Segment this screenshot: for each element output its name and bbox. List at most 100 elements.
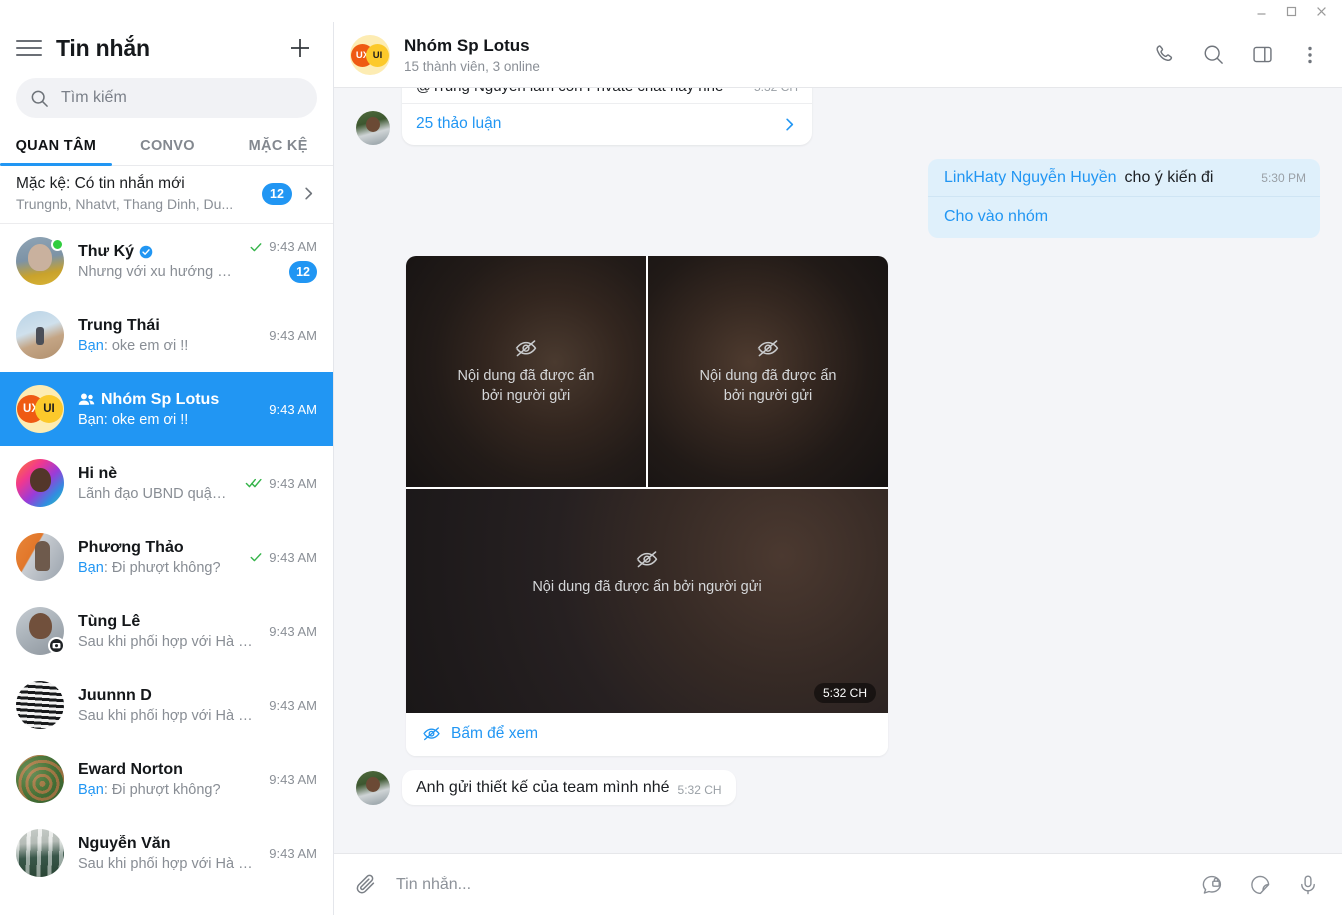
conversation-snippet: Bạn: Đi phượt không? xyxy=(78,560,235,576)
hidden-media-tile[interactable]: Nội dung đã được ẩn bởi người gửi 5:32 C… xyxy=(406,489,888,713)
maximize-button[interactable] xyxy=(1276,1,1306,21)
conversation-time: 9:43 AM xyxy=(269,549,317,565)
snippet-text: : Đi phượt không? xyxy=(103,559,221,576)
minimize-button[interactable] xyxy=(1246,1,1276,21)
conversation-time: 9:43 AM xyxy=(269,327,317,343)
phone-icon[interactable] xyxy=(1153,43,1176,66)
online-indicator xyxy=(51,238,64,251)
snippet-text: : Đi phượt không? xyxy=(103,781,221,798)
page-title: Tin nhắn xyxy=(56,34,150,61)
avatar-badge-ui: UI xyxy=(366,43,389,67)
conversation-time: 9:43 AM xyxy=(269,239,317,254)
incoming-message-bubble[interactable]: Anh gửi thiết kế của team mình nhé 5:32 … xyxy=(402,770,736,805)
conversation-row-trung-thai[interactable]: Trung Thái Bạn: oke em ơi !! 9:43 AM xyxy=(0,298,333,372)
message-timestamp: 5:30 PM xyxy=(1261,171,1306,185)
hidden-media-tile[interactable]: Nội dung đã được ẩn bởi người gửi xyxy=(648,256,888,487)
conversation-time: 9:43 AM xyxy=(269,401,317,417)
avatar xyxy=(16,311,64,359)
muted-summary-row[interactable]: Mặc kệ: Có tin nhắn mới Trungnb, Nhatvt,… xyxy=(0,166,333,224)
tap-to-view-label[interactable]: Bấm để xem xyxy=(451,725,538,743)
avatar xyxy=(16,533,64,581)
thread-link-row[interactable]: 25 thảo luận xyxy=(402,104,812,145)
conversation-row-nhom-sp-lotus[interactable]: UX UI Nhóm Sp Lotus Bạn: oke em ơi !! 9:… xyxy=(0,372,333,446)
chevron-right-icon[interactable] xyxy=(300,185,317,202)
tap-to-view-row[interactable]: Bấm để xem xyxy=(406,713,888,756)
conversation-name: Thư Ký xyxy=(78,242,135,260)
conversation-row-tung-le[interactable]: Tùng Lê Sau khi phối hợp với Hà Đô... 9:… xyxy=(0,594,333,668)
conversation-row-juunnn-d[interactable]: Juunnn D Sau khi phối hợp với Hà Đô... 9… xyxy=(0,668,333,742)
conversation-snippet: Sau khi phối hợp với Hà Đô... xyxy=(78,633,256,650)
conversation-snippet: Bạn: oke em ơi !! xyxy=(78,338,255,354)
mention-link[interactable]: LinkHaty Nguyễn Huyền xyxy=(944,169,1117,187)
tab-convo[interactable]: CONVO xyxy=(112,128,224,165)
messenger-window: Tin nhắn QUAN TÂM CONVO MẶC KỆ xyxy=(0,0,1342,915)
composer-actions xyxy=(1200,873,1320,897)
conversation-row-phuong-thao[interactable]: Phương Thảo Bạn: Đi phượt không? 9:43 AM xyxy=(0,520,333,594)
chat-panel: UX UI Nhóm Sp Lotus 15 thành viên, 3 onl… xyxy=(334,22,1342,915)
conversation-row-nguyen-van[interactable]: Nguyễn Văn Sau khi phối hợp với Hà Đô...… xyxy=(0,816,333,890)
chat-avatar[interactable]: UX UI xyxy=(350,34,390,75)
conversation-row-eward-norton[interactable]: Eward Norton Bạn: Đi phượt không? 9:43 A… xyxy=(0,742,333,816)
incoming-message-row: Anh gửi thiết kế của team mình nhé 5:32 … xyxy=(356,770,1320,805)
conversation-row-thu-ky[interactable]: Thư Ký Nhưng với xu hướng hiện n... xyxy=(0,224,333,298)
tab-mac-ke[interactable]: MẶC KỆ xyxy=(223,128,333,165)
thread-card[interactable]: @Trung Nguyen làm con Private chat này n… xyxy=(402,88,812,145)
conversation-snippet: Nhưng với xu hướng hiện n... xyxy=(78,263,235,280)
camera-badge-icon xyxy=(48,637,65,654)
conversation-snippet: Bạn: oke em ơi !! xyxy=(78,411,189,428)
hidden-media-label: Nội dung đã được ẩn bởi người gửi xyxy=(699,368,837,404)
search-box[interactable] xyxy=(16,78,317,118)
chat-subtitle: 15 thành viên, 3 online xyxy=(404,58,540,74)
snippet-you-prefix: Bạn xyxy=(78,559,104,576)
avatar xyxy=(16,829,64,877)
sticker-icon[interactable] xyxy=(1248,873,1272,897)
snippet-you-prefix: Bạn xyxy=(78,337,104,354)
search-icon[interactable] xyxy=(1202,43,1225,66)
eye-off-icon xyxy=(422,724,441,743)
hamburger-icon[interactable] xyxy=(16,35,42,61)
lock-chat-icon[interactable] xyxy=(1200,873,1224,897)
close-button[interactable] xyxy=(1306,1,1336,21)
message-input[interactable] xyxy=(396,875,1182,894)
sidebar-header: Tin nhắn xyxy=(0,22,333,74)
conversation-name: Nguyễn Văn xyxy=(78,834,171,852)
group-avatar: UX UI xyxy=(16,385,64,433)
message-timestamp: 5:32 CH xyxy=(754,88,798,95)
avatar xyxy=(356,111,390,145)
search-icon xyxy=(30,89,49,108)
muted-summary-badge: 12 xyxy=(262,182,292,205)
outgoing-message-second-line[interactable]: Cho vào nhóm xyxy=(928,197,1320,238)
hidden-media-tile[interactable]: Nội dung đã được ẩn bởi người gửi xyxy=(406,256,646,487)
avatar xyxy=(16,459,64,507)
microphone-icon[interactable] xyxy=(1296,873,1320,897)
message-list[interactable]: @Trung Nguyen làm con Private chat này n… xyxy=(334,88,1342,853)
plus-icon[interactable] xyxy=(285,33,315,63)
chat-title: Nhóm Sp Lotus xyxy=(404,35,530,55)
eye-off-icon xyxy=(514,336,538,360)
message-composer xyxy=(334,853,1342,915)
conversation-row-hi-ne[interactable]: Hi nè Lãnh đạo UBND quận Than... 9:43 AM xyxy=(0,446,333,520)
incoming-message-text: Anh gửi thiết kế của team mình nhé xyxy=(416,779,670,796)
tab-quan-tam[interactable]: QUAN TÂM xyxy=(0,128,112,166)
conversation-name: Phương Thảo xyxy=(78,538,184,556)
conversation-snippet: Bạn: Đi phượt không? xyxy=(78,782,255,798)
conversation-snippet: Sau khi phối hợp với Hà Đô... xyxy=(78,855,256,872)
search-input[interactable] xyxy=(61,89,303,107)
avatar-badge-ui: UI xyxy=(35,395,63,423)
more-vertical-icon[interactable] xyxy=(1300,44,1320,66)
conversation-time: 9:43 AM xyxy=(269,771,317,787)
chat-header: UX UI Nhóm Sp Lotus 15 thành viên, 3 onl… xyxy=(334,22,1342,88)
media-card[interactable]: Nội dung đã được ẩn bởi người gửi Nội dun… xyxy=(406,256,888,756)
paperclip-icon[interactable] xyxy=(354,873,378,897)
chevron-right-icon[interactable] xyxy=(781,116,798,133)
thread-discussion-link[interactable]: 25 thảo luận xyxy=(416,115,781,133)
sent-check-icon xyxy=(249,550,263,564)
conversation-time: 9:43 AM xyxy=(269,623,317,639)
conversation-time: 9:43 AM xyxy=(269,697,317,713)
group-people-icon xyxy=(78,392,95,407)
outgoing-message-bubble[interactable]: LinkHaty Nguyễn Huyền cho ý kiến đi 5:30… xyxy=(928,159,1320,238)
message-timestamp: 5:32 CH xyxy=(677,783,722,797)
thread-message-text: @Trung Nguyen làm con Private chat này n… xyxy=(416,88,744,95)
conversation-name: Eward Norton xyxy=(78,760,183,778)
sidebar-panel-icon[interactable] xyxy=(1251,43,1274,66)
